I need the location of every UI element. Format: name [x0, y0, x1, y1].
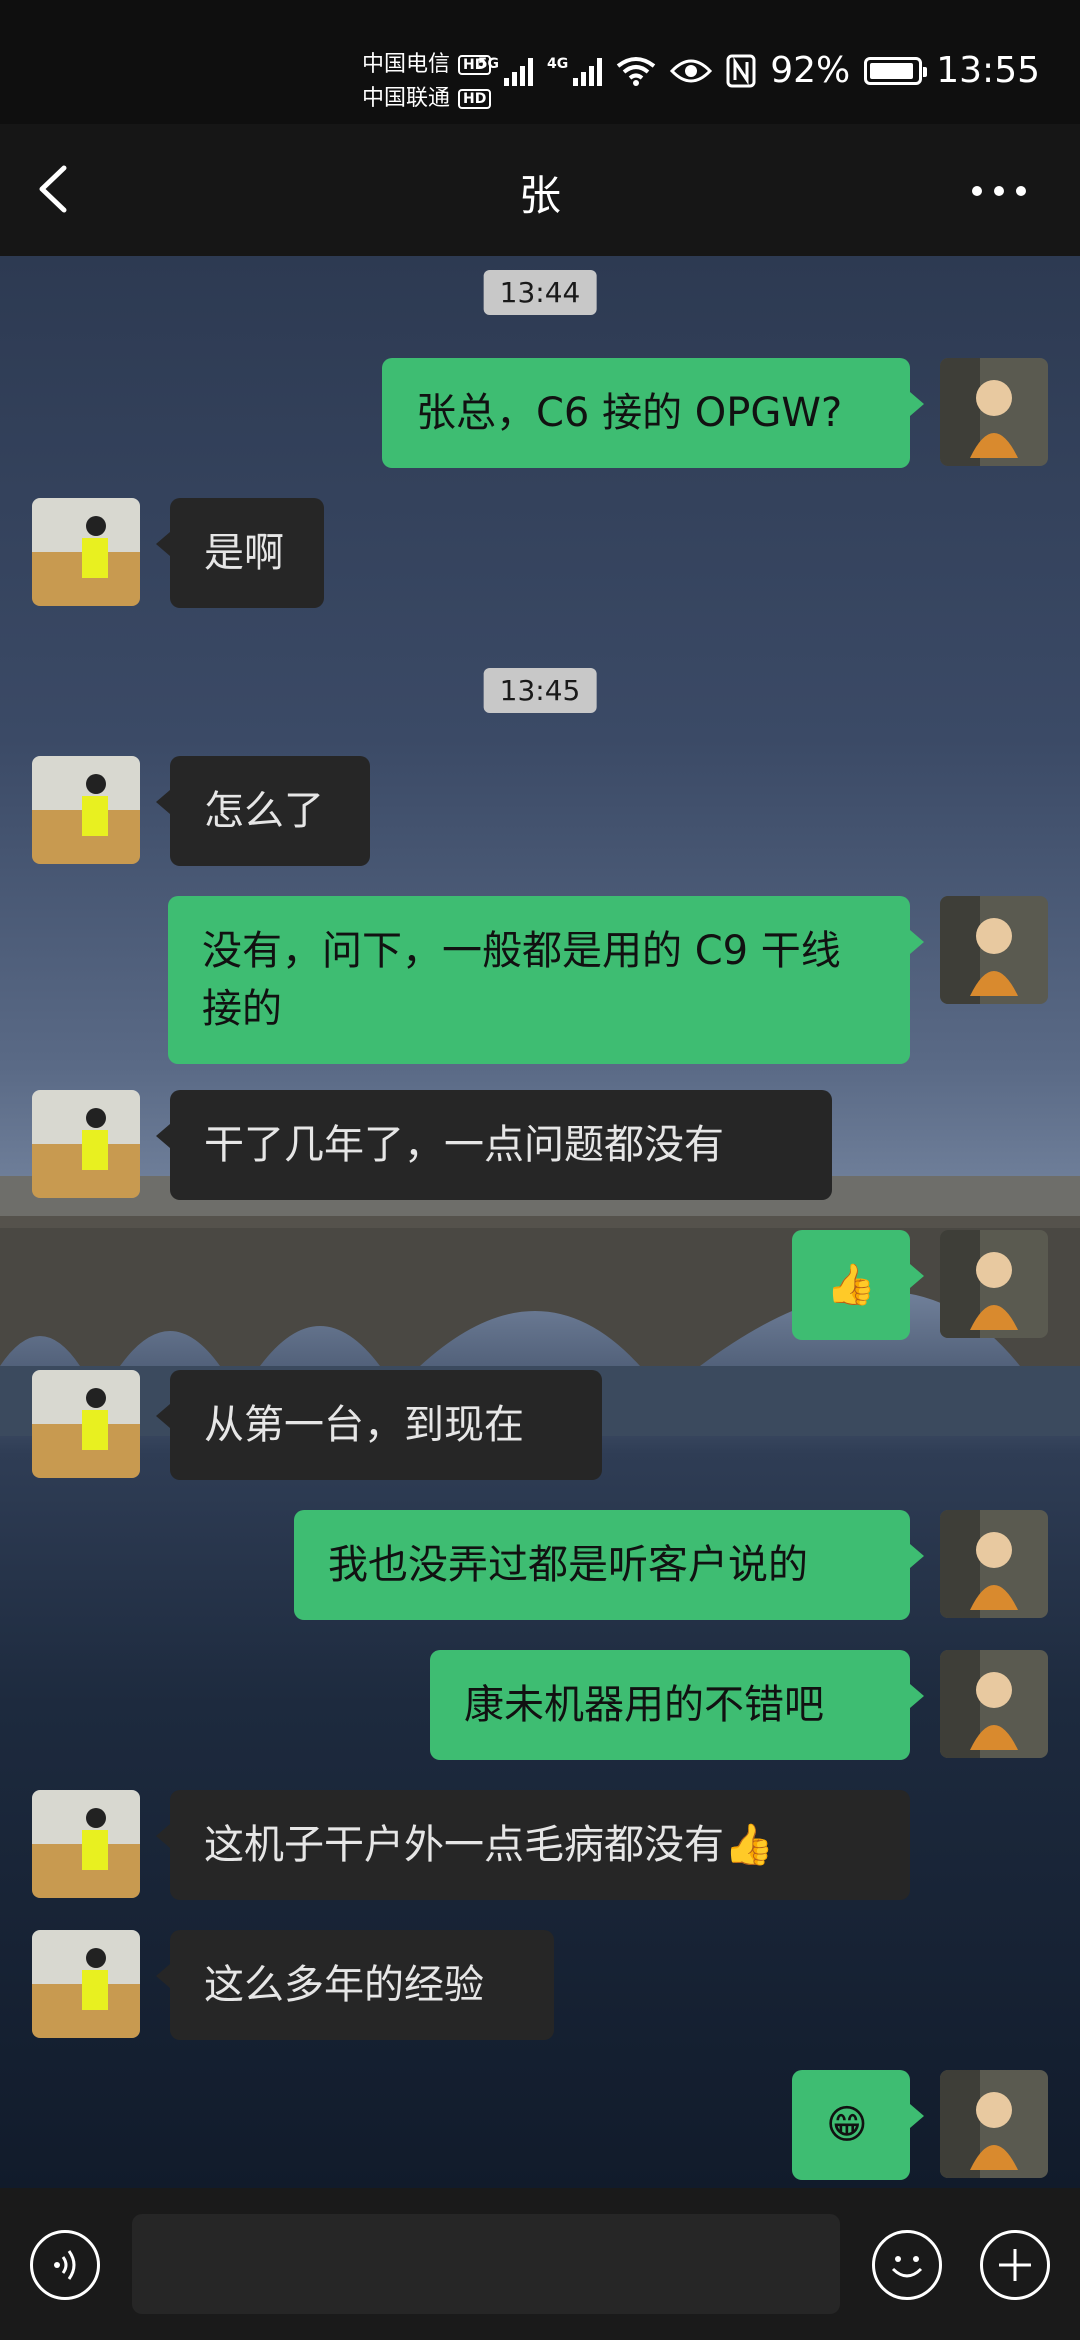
- chat-header: 张: [0, 124, 1080, 256]
- clock: 13:55: [936, 50, 1040, 91]
- contact-avatar[interactable]: [32, 1370, 140, 1478]
- chat-area[interactable]: 13:44 张总，C6 接的 OPGW? 是啊 13:45 怎么了 没有，问下，…: [0, 256, 1080, 2188]
- my-avatar[interactable]: [940, 2070, 1048, 2178]
- contact-avatar[interactable]: [32, 1790, 140, 1898]
- emoji-icon[interactable]: [872, 2230, 942, 2300]
- contact-avatar[interactable]: [32, 1930, 140, 2038]
- chat-title: 张: [518, 171, 561, 220]
- signal-4g-icon: 4G: [547, 56, 603, 86]
- incoming-message[interactable]: 怎么了: [156, 756, 370, 866]
- outgoing-message[interactable]: 😁: [792, 2070, 924, 2180]
- battery-percent: 92%: [770, 50, 851, 91]
- incoming-message[interactable]: 是啊: [156, 498, 324, 608]
- input-bar: [0, 2188, 1080, 2340]
- outgoing-message[interactable]: 张总，C6 接的 OPGW?: [382, 358, 924, 468]
- add-more-icon[interactable]: [980, 2230, 1050, 2300]
- outgoing-message[interactable]: 👍: [792, 1230, 924, 1340]
- nfc-icon: [726, 54, 756, 87]
- incoming-message[interactable]: 这机子干户外一点毛病都没有👍: [156, 1790, 910, 1900]
- my-avatar[interactable]: [940, 1650, 1048, 1758]
- eye-icon: [670, 59, 713, 82]
- incoming-message[interactable]: 干了几年了，一点问题都没有: [156, 1090, 832, 1200]
- incoming-message[interactable]: 这么多年的经验: [156, 1930, 554, 2040]
- status-bar: 中国电信 HD 中国联通 HD 5G 4G 92% 13:55: [0, 0, 1080, 124]
- message-input[interactable]: [132, 2214, 840, 2314]
- voice-input-icon[interactable]: [30, 2230, 100, 2300]
- battery-icon: [864, 56, 928, 85]
- my-avatar[interactable]: [940, 896, 1048, 1004]
- outgoing-message[interactable]: 没有，问下，一般都是用的 C9 干线接的: [168, 896, 924, 1064]
- signal-5g-icon: 5G: [478, 56, 533, 86]
- hd-badge: HD: [458, 89, 492, 109]
- incoming-message[interactable]: 从第一台，到现在: [156, 1370, 602, 1480]
- carrier-1: 中国电信: [362, 52, 451, 77]
- contact-avatar[interactable]: [32, 1090, 140, 1198]
- outgoing-message[interactable]: 康未机器用的不错吧: [430, 1650, 924, 1760]
- wifi-icon: [617, 56, 656, 86]
- contact-avatar[interactable]: [32, 498, 140, 606]
- my-avatar[interactable]: [940, 1510, 1048, 1618]
- timestamp: 13:44: [483, 270, 597, 315]
- my-avatar[interactable]: [940, 358, 1048, 466]
- timestamp: 13:45: [483, 668, 597, 713]
- carrier-info: 中国电信 HD 中国联通 HD: [362, 48, 492, 116]
- contact-avatar[interactable]: [32, 756, 140, 864]
- more-options-icon[interactable]: [972, 186, 1026, 196]
- carrier-2: 中国联通: [362, 86, 451, 111]
- outgoing-message[interactable]: 我也没弄过都是听客户说的: [294, 1510, 924, 1620]
- my-avatar[interactable]: [940, 1230, 1048, 1338]
